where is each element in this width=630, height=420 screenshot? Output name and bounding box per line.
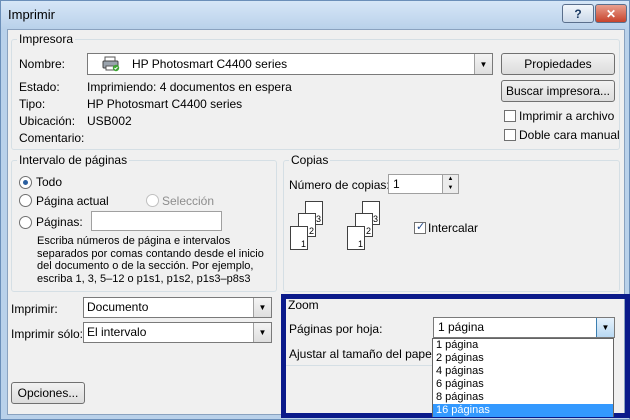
- find-printer-button[interactable]: Buscar impresora...: [501, 80, 615, 102]
- printer-name-label: Nombre:: [19, 57, 66, 71]
- chevron-down-icon[interactable]: ▼: [474, 54, 492, 74]
- list-item[interactable]: 2 páginas: [433, 352, 613, 365]
- properties-button[interactable]: Propiedades: [501, 53, 615, 75]
- print-to-file-label: Imprimir a archivo: [519, 109, 615, 123]
- current-page-radio[interactable]: [19, 194, 32, 207]
- collate-checkbox[interactable]: ✓: [414, 221, 426, 234]
- chevron-down-icon[interactable]: ▼: [253, 298, 271, 317]
- copies-count-value: 1: [393, 177, 400, 191]
- page-icon: 1: [290, 226, 308, 250]
- collate-label: Intercalar: [428, 221, 479, 235]
- copies-group-label: Copias: [289, 153, 331, 167]
- printer-icon: [102, 56, 120, 72]
- print-only-select[interactable]: El intervalo ▼: [83, 322, 272, 343]
- current-page-label: Página actual: [36, 194, 109, 208]
- copies-count-input[interactable]: 1 ▲ ▼: [388, 174, 459, 194]
- checkmark-icon: ✓: [416, 221, 426, 233]
- all-pages-radio[interactable]: [19, 176, 32, 189]
- status-value: Imprimiendo: 4 documentos en espera: [87, 80, 292, 94]
- list-item-selected[interactable]: 16 páginas: [433, 404, 613, 417]
- comment-label: Comentario:: [19, 131, 85, 145]
- list-item[interactable]: 4 páginas: [433, 365, 613, 378]
- print-what-select[interactable]: Documento ▼: [83, 297, 272, 318]
- selection-label: Selección: [162, 194, 215, 208]
- print-what-label: Imprimir:: [11, 302, 58, 316]
- chevron-down-icon[interactable]: ▼: [253, 323, 271, 342]
- pages-radio[interactable]: [19, 216, 32, 229]
- printer-group-label: Impresora: [17, 32, 76, 46]
- print-only-value: El intervalo: [87, 325, 147, 339]
- window-title: Imprimir: [8, 7, 55, 22]
- printer-name-select[interactable]: HP Photosmart C4400 series ▼: [87, 53, 493, 75]
- pages-per-sheet-dropdown-list[interactable]: 1 página 2 páginas 4 páginas 6 páginas 8…: [432, 338, 614, 417]
- list-item[interactable]: 1 página: [433, 339, 613, 352]
- duplex-label: Doble cara manual: [519, 128, 620, 142]
- page-icon: 1: [347, 226, 365, 250]
- close-button[interactable]: ✕: [595, 4, 627, 23]
- list-item[interactable]: 8 páginas: [433, 391, 613, 404]
- question-icon: ?: [574, 6, 582, 21]
- spin-down-icon[interactable]: ▼: [442, 184, 458, 193]
- type-label: Tipo:: [19, 97, 46, 111]
- print-to-file-checkbox[interactable]: [504, 110, 516, 122]
- selection-radio[interactable]: [146, 194, 159, 207]
- pages-input[interactable]: [91, 211, 222, 231]
- location-label: Ubicación:: [19, 114, 76, 128]
- pages-label: Páginas:: [36, 215, 83, 229]
- duplex-checkbox[interactable]: [504, 129, 516, 141]
- print-only-label: Imprimir sólo:: [11, 327, 84, 341]
- help-button[interactable]: ?: [562, 4, 594, 23]
- title-bar[interactable]: Imprimir ? ✕: [1, 1, 629, 29]
- options-button[interactable]: Opciones...: [11, 382, 85, 404]
- print-what-value: Documento: [87, 300, 149, 314]
- copies-count-label: Número de copias:: [289, 178, 390, 192]
- close-icon: ✕: [605, 6, 617, 21]
- printer-name-value: HP Photosmart C4400 series: [132, 57, 288, 71]
- page-range-help-text: Escriba números de página e intervalos s…: [37, 235, 264, 285]
- status-label: Estado:: [19, 80, 60, 94]
- all-pages-label: Todo: [36, 175, 63, 189]
- list-item[interactable]: 6 páginas: [433, 378, 613, 391]
- print-dialog: Imprimir ? ✕ Impresora Nombre: HP Photos…: [0, 0, 630, 420]
- page-range-group-label: Intervalo de páginas: [17, 153, 130, 167]
- type-value: HP Photosmart C4400 series: [87, 97, 243, 111]
- location-value: USB002: [87, 114, 132, 128]
